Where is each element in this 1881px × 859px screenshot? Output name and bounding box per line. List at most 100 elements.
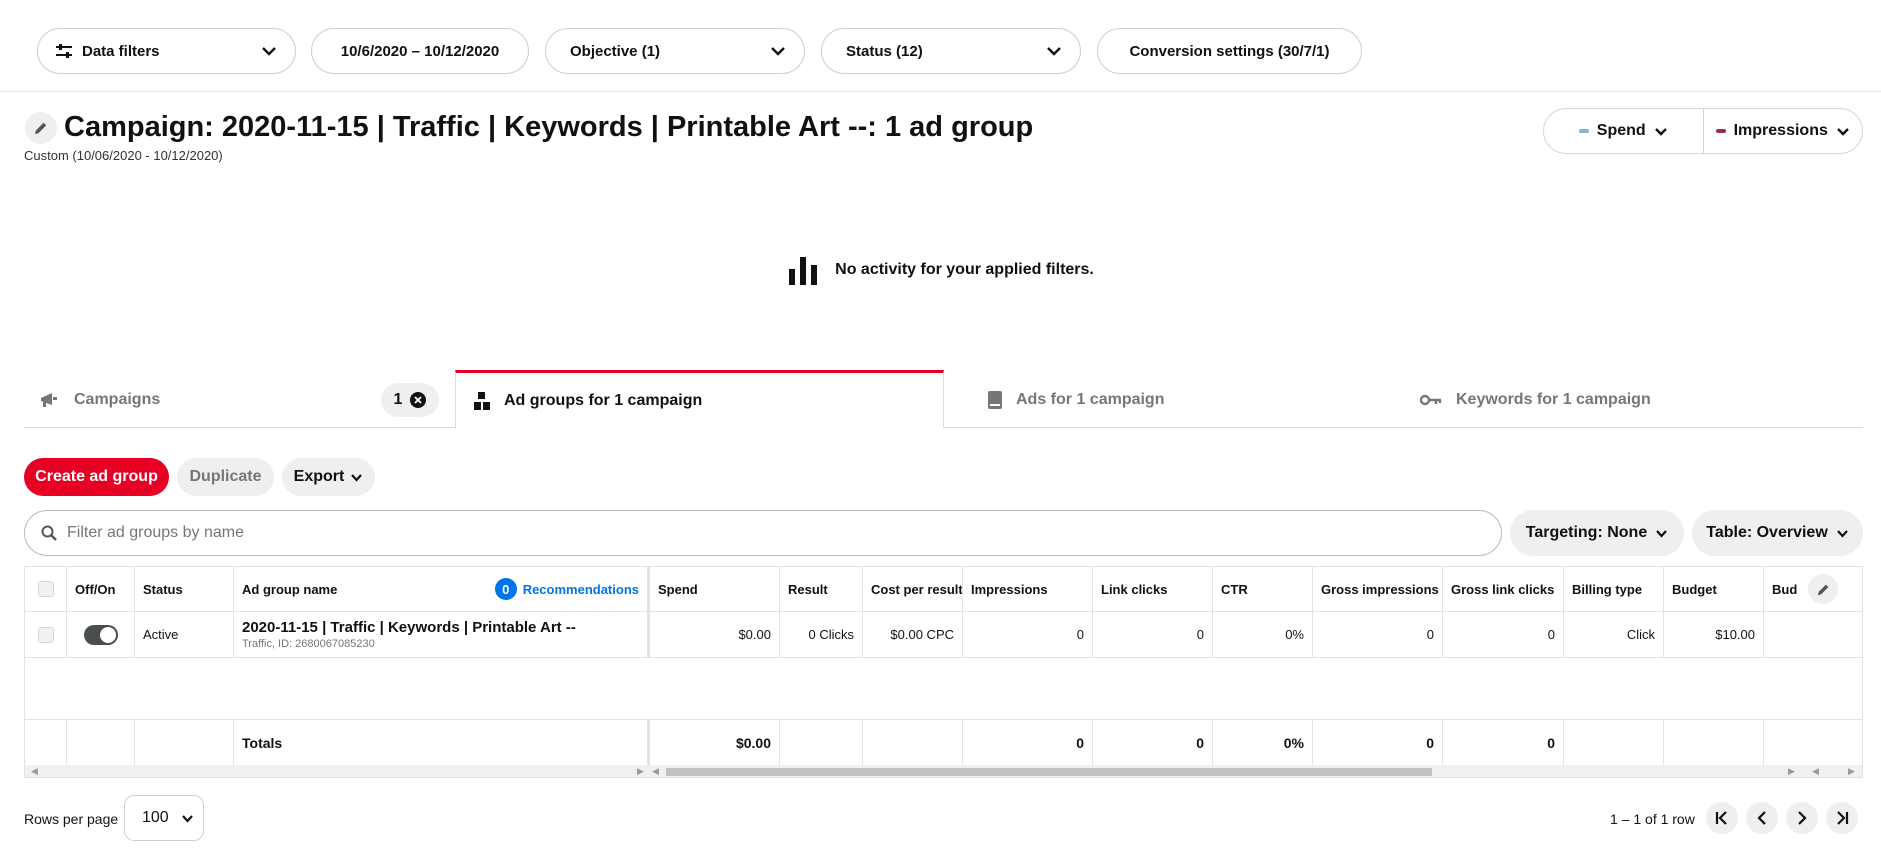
tab-ads[interactable]: Ads for 1 campaign [962,371,1392,428]
conversion-settings-button[interactable]: Conversion settings (30/7/1) [1097,28,1362,74]
col-impressions[interactable]: Impressions [963,567,1093,611]
col-gross-impressions[interactable]: Gross impressions [1313,567,1443,611]
row-select-cell [25,612,67,657]
row-budget-more [1764,612,1862,657]
pagination-range: 1 – 1 of 1 row [1610,811,1695,827]
horizontal-scrollbar[interactable]: ◀ ▶ ◀ ▶ ◀ ▶ [25,765,1862,777]
row-gross-impressions: 0 [1313,612,1443,657]
previous-page-button[interactable] [1746,802,1778,834]
last-page-button[interactable] [1826,802,1858,834]
scroll-left-icon[interactable]: ◀ [31,766,38,777]
chevron-left-icon [1757,811,1767,825]
totals-gross-impressions: 0 [1313,720,1443,765]
chevron-down-icon [1836,529,1849,538]
col-ad-group-name[interactable]: Ad group name 0 Recommendations [234,567,650,611]
page-subtitle: Custom (10/06/2020 - 10/12/2020) [24,148,223,163]
duplicate-button[interactable]: Duplicate [177,458,274,496]
chart-empty-state: No activity for your applied filters. [0,250,1881,290]
col-gross-link-clicks[interactable]: Gross link clicks [1443,567,1564,611]
recommendations-count: 0 [494,578,517,600]
first-page-button[interactable] [1706,802,1738,834]
ad-group-meta: Traffic, ID: 2680067085230 [242,638,375,650]
totals-label: Totals [234,720,650,765]
table-view-dropdown[interactable]: Table: Overview [1692,510,1863,556]
col-offon[interactable]: Off/On [67,567,135,611]
impressions-metric-label: Impressions [1733,122,1828,139]
totals-gross-link-clicks: 0 [1443,720,1564,765]
row-budget: $10.00 [1664,612,1764,657]
chevron-right-icon [1797,811,1807,825]
last-page-icon [1835,811,1849,825]
totals-impressions: 0 [963,720,1093,765]
date-range-label: 10/6/2020 – 10/12/2020 [340,42,500,60]
select-all-checkbox[interactable] [37,581,54,597]
impressions-metric-dropdown[interactable]: Impressions [1702,109,1863,153]
ad-group-name-link[interactable]: 2020-11-15 | Traffic | Keywords | Printa… [242,619,576,636]
rows-per-page-value: 100 [142,809,169,826]
col-ctr[interactable]: CTR [1213,567,1313,611]
pencil-icon [1817,583,1830,596]
next-page-button[interactable] [1786,802,1818,834]
col-link-clicks[interactable]: Link clicks [1093,567,1213,611]
chevron-down-icon [1046,46,1062,56]
ad-group-toggle[interactable] [83,624,118,645]
chevron-down-icon [1655,529,1668,538]
clear-icon[interactable] [410,392,427,408]
spend-metric-dropdown[interactable]: Spend [1544,109,1703,153]
first-page-icon [1715,811,1729,825]
col-result[interactable]: Result [780,567,863,611]
col-cost-per-result[interactable]: Cost per result [863,567,963,611]
campaign-filter-chip[interactable]: 1 [381,383,439,417]
sliders-icon [56,44,72,58]
totals-spend: $0.00 [650,720,780,765]
col-name-label: Ad group name [242,581,338,597]
scroll-right-icon[interactable]: ▶ [1848,766,1855,777]
impressions-swatch [1715,129,1726,133]
data-filters-button[interactable]: Data filters [37,28,296,74]
row-result: 0 Clicks [780,612,863,657]
rows-per-page-select[interactable]: 100 [124,795,204,841]
edit-campaign-button[interactable] [25,112,57,144]
status-filter[interactable]: Status (12) [821,28,1081,74]
scroll-right-icon[interactable]: ▶ [1788,766,1795,777]
objective-label: Objective (1) [570,42,661,60]
status-label: Status (12) [846,42,923,60]
recommendations-link[interactable]: 0 Recommendations [494,578,639,600]
totals-blank [67,720,135,765]
create-ad-group-button[interactable]: Create ad group [24,458,169,496]
scroll-left-icon[interactable]: ◀ [1812,766,1819,777]
scrollbar-thumb[interactable] [666,768,1432,776]
chevron-down-icon [1654,127,1668,136]
scroll-right-icon[interactable]: ▶ [637,766,644,777]
date-range-button[interactable]: 10/6/2020 – 10/12/2020 [311,28,529,74]
export-button[interactable]: Export [282,458,375,496]
targeting-dropdown[interactable]: Targeting: None [1510,510,1684,556]
chevron-down-icon [350,473,363,482]
row-toggle-cell [67,612,135,657]
campaign-count: 1 [393,391,403,408]
spend-metric-label: Spend [1596,122,1646,139]
totals-blank [1664,720,1764,765]
filter-bar: Data filters 10/6/2020 – 10/12/2020 Obje… [0,0,1881,92]
tab-ads-label: Ads for 1 campaign [1016,390,1165,408]
totals-blank [135,720,234,765]
col-spend[interactable]: Spend [650,567,780,611]
metric-selector: Spend Impressions [1543,108,1863,154]
tab-keywords[interactable]: Keywords for 1 campaign [1394,371,1863,428]
totals-blank [1564,720,1664,765]
scroll-left-icon[interactable]: ◀ [652,766,659,777]
tab-ad-groups-label: Ad groups for 1 campaign [504,391,703,409]
search-input[interactable] [67,524,1447,542]
col-status[interactable]: Status [135,567,234,611]
recommendations-label: Recommendations [522,581,639,597]
col-budget[interactable]: Budget [1664,567,1764,611]
row-checkbox[interactable] [37,626,54,643]
table-row[interactable]: Active 2020-11-15 | Traffic | Keywords |… [25,612,1862,658]
empty-message: No activity for your applied filters. [835,261,1094,278]
objective-filter[interactable]: Objective (1) [545,28,805,74]
row-link-clicks: 0 [1093,612,1213,657]
table-view-label: Table: Overview [1706,524,1828,541]
edit-columns-button[interactable] [1808,574,1838,604]
tab-ad-groups[interactable]: Ad groups for 1 campaign [455,370,944,428]
col-billing-type[interactable]: Billing type [1564,567,1664,611]
